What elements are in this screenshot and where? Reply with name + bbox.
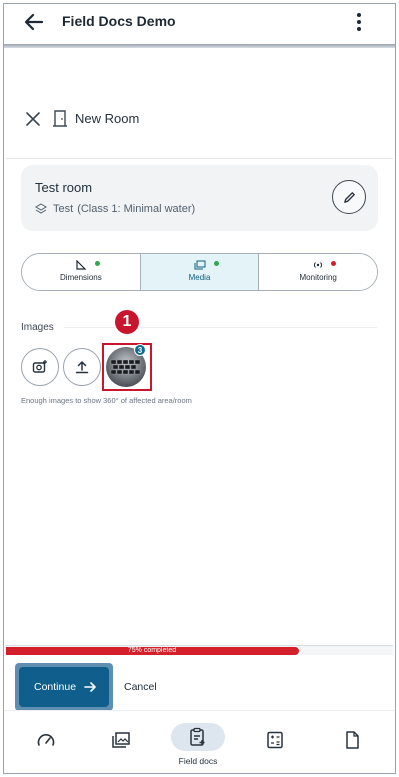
- nav-gallery[interactable]: [101, 721, 141, 761]
- door-icon: [53, 110, 67, 127]
- room-card: Test room Test (Class 1: Minimal water): [21, 165, 378, 231]
- cancel-button[interactable]: Cancel: [124, 681, 157, 693]
- back-arrow-icon[interactable]: [22, 10, 46, 34]
- images-section-label: Images: [21, 322, 54, 333]
- tab-monitoring[interactable]: Monitoring: [259, 254, 377, 290]
- images-rule: [64, 327, 377, 328]
- images-hint: Enough images to show 360° of affected a…: [21, 396, 192, 405]
- continue-label: Continue: [34, 681, 77, 693]
- room-tabs: Dimensions Media Monitoring: [21, 253, 378, 291]
- add-camera-icon: [32, 360, 47, 373]
- document-icon: [346, 731, 359, 749]
- layers-icon: [35, 203, 47, 214]
- nav-documents[interactable]: [332, 721, 372, 761]
- tab-media[interactable]: Media: [140, 254, 260, 290]
- tab-media-label: Media: [188, 273, 211, 282]
- pencil-icon: [344, 192, 355, 203]
- photo-library-icon: [194, 260, 205, 270]
- gallery-icon: [112, 732, 130, 748]
- room-class-line: Test (Class 1: Minimal water): [35, 203, 195, 215]
- progress-label: 75% completed: [127, 647, 177, 654]
- room-name: Test room: [35, 180, 93, 195]
- app-bar: Field Docs Demo: [4, 4, 395, 40]
- continue-button[interactable]: Continue: [19, 667, 109, 707]
- arrow-right-icon: [84, 682, 96, 692]
- image-count-badge: 3: [134, 344, 146, 356]
- nav-calculator[interactable]: [255, 721, 295, 761]
- upload-button[interactable]: [63, 348, 101, 386]
- edit-room-button[interactable]: [332, 180, 366, 214]
- tab-monitoring-label: Monitoring: [299, 273, 337, 282]
- new-room-sheet: New Room Test room Test (Class 1: Minima…: [6, 48, 393, 748]
- header-divider: [6, 158, 393, 159]
- media-status-dot: [213, 261, 219, 266]
- close-icon[interactable]: [23, 109, 43, 129]
- progress-bar: 75% completed: [6, 645, 393, 655]
- step-callout: 1: [115, 310, 139, 334]
- room-area: Test: [53, 203, 74, 215]
- monitoring-status-dot: [331, 261, 337, 266]
- dimensions-status-dot: [95, 261, 100, 266]
- app-frame: Field Docs Demo New Room Test room Test …: [3, 3, 396, 774]
- continue-highlight: Continue: [15, 663, 113, 711]
- sheet-title: New Room: [75, 111, 140, 126]
- room-water-class: (Class 1: Minimal water): [77, 203, 196, 215]
- bottom-navigation: Field docs: [4, 710, 395, 773]
- gauge-icon: [37, 734, 55, 746]
- field-docs-icon: [190, 727, 205, 746]
- nav-field-docs-label: Field docs: [178, 756, 218, 766]
- add-photo-button[interactable]: [21, 348, 59, 386]
- upload-icon: [75, 361, 89, 374]
- ruler-triangle-icon: [76, 260, 87, 270]
- sensor-icon: [314, 262, 323, 268]
- nav-dashboard[interactable]: [26, 721, 66, 761]
- nav-field-docs[interactable]: [171, 723, 225, 751]
- calculator-icon: [267, 731, 283, 749]
- keyboard-photo-icon: [110, 359, 141, 375]
- tab-dimensions-label: Dimensions: [59, 273, 102, 282]
- app-title: Field Docs Demo: [62, 13, 176, 29]
- more-vert-icon[interactable]: [349, 10, 369, 34]
- sheet-header: New Room: [6, 106, 393, 132]
- tab-dimensions[interactable]: Dimensions: [22, 254, 141, 290]
